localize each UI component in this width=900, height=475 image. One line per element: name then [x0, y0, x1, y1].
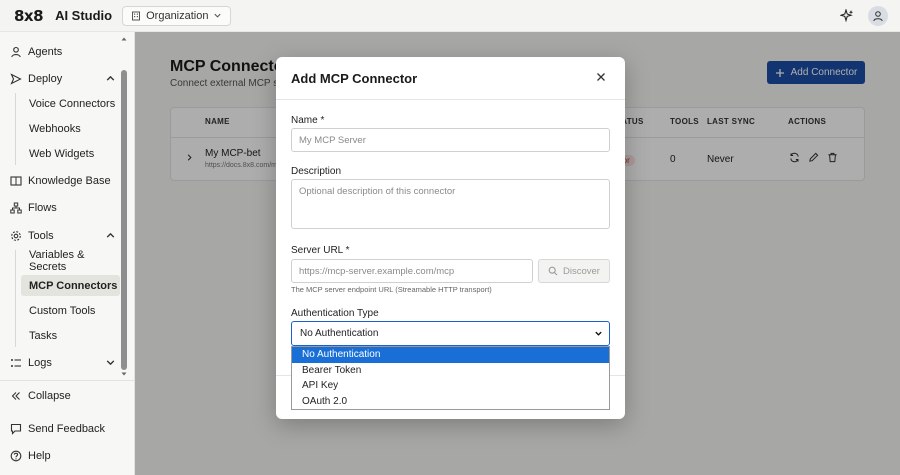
- auth-type-value: No Authentication: [300, 328, 379, 339]
- sidebar-item-mcp-connectors[interactable]: MCP Connectors: [21, 275, 120, 296]
- auth-type-select[interactable]: No Authentication: [291, 321, 610, 346]
- description-input[interactable]: [291, 179, 610, 229]
- chevron-up-icon[interactable]: [105, 230, 116, 241]
- send-feedback-button[interactable]: Send Feedback: [10, 419, 105, 439]
- server-url-label: Server URL *: [291, 245, 350, 256]
- close-icon[interactable]: [595, 71, 607, 83]
- flow-icon: [10, 202, 22, 214]
- option-api-key[interactable]: API Key: [292, 378, 609, 394]
- sidebar-item-voice-connectors[interactable]: Voice Connectors: [21, 93, 120, 114]
- sidebar-item-label: Logs: [28, 357, 52, 369]
- sidebar-item-variables-secrets[interactable]: Variables & Secrets: [21, 249, 120, 273]
- sidebar-item-agents[interactable]: Agents: [10, 42, 62, 62]
- sparkle-icon[interactable]: [840, 9, 854, 23]
- help-icon: [10, 450, 22, 462]
- name-input[interactable]: [291, 128, 610, 152]
- help-label: Help: [28, 450, 51, 462]
- discover-label: Discover: [563, 265, 600, 277]
- help-button[interactable]: Help: [10, 446, 51, 466]
- avatar[interactable]: [868, 6, 888, 26]
- chevron-up-icon[interactable]: [105, 73, 116, 84]
- top-bar: 8x8 AI Studio Organization: [0, 0, 900, 32]
- sidebar-item-tools[interactable]: Tools: [10, 226, 120, 246]
- collapse-button[interactable]: Collapse: [10, 386, 71, 406]
- auth-type-options: No Authentication Bearer Token API Key O…: [291, 346, 610, 410]
- chevron-down-icon[interactable]: [105, 357, 116, 368]
- logs-icon: [11, 359, 21, 367]
- sidebar-item-label: Tools: [28, 230, 54, 242]
- user-icon: [11, 46, 21, 58]
- sidebar-item-label: Deploy: [28, 73, 63, 85]
- dialog-title: Add MCP Connector: [291, 71, 418, 86]
- sidebar-item-web-widgets[interactable]: Web Widgets: [21, 143, 120, 164]
- sidebar-item-label: Knowledge Base: [28, 175, 111, 187]
- submenu-line: [15, 93, 16, 165]
- logo: 8x8: [14, 6, 44, 25]
- send-feedback-label: Send Feedback: [28, 423, 106, 435]
- server-url-input[interactable]: [291, 259, 533, 283]
- feedback-icon: [10, 423, 22, 435]
- organization-label: Organization: [146, 9, 209, 22]
- chevron-down-icon: [595, 331, 602, 336]
- auth-type-label: Authentication Type: [291, 308, 379, 319]
- scroll-down-arrow[interactable]: [121, 371, 127, 377]
- collapse-label: Collapse: [28, 390, 71, 402]
- sidebar-item-tasks[interactable]: Tasks: [21, 325, 120, 346]
- sidebar-item-logs[interactable]: Logs: [10, 353, 120, 373]
- option-bearer-token[interactable]: Bearer Token: [292, 363, 609, 379]
- book-icon: [10, 176, 22, 186]
- option-oauth[interactable]: OAuth 2.0: [292, 394, 609, 410]
- sidebar: Agents Deploy Voice Connectors Webhooks …: [0, 32, 135, 475]
- submenu-line: [15, 250, 16, 347]
- dialog-header-divider: [276, 99, 625, 100]
- search-icon: [548, 266, 558, 276]
- server-url-hint: The MCP server endpoint URL (Streamable …: [291, 285, 492, 294]
- send-icon: [10, 73, 22, 85]
- sidebar-divider: [0, 380, 134, 381]
- chevron-down-icon: [214, 13, 222, 18]
- scroll-up-arrow[interactable]: [121, 36, 127, 42]
- sidebar-item-label: Flows: [28, 202, 57, 214]
- chevrons-left-icon: [11, 392, 20, 400]
- sidebar-item-custom-tools[interactable]: Custom Tools: [21, 300, 120, 321]
- building-icon: [132, 11, 141, 20]
- sidebar-item-deploy[interactable]: Deploy: [10, 69, 120, 89]
- user-icon: [873, 11, 883, 22]
- name-label: Name *: [291, 115, 325, 126]
- sidebar-scrollbar[interactable]: [121, 70, 127, 370]
- sidebar-item-knowledge-base[interactable]: Knowledge Base: [10, 171, 111, 191]
- gear-icon: [11, 231, 21, 241]
- discover-button[interactable]: Discover: [538, 259, 610, 283]
- sidebar-item-flows[interactable]: Flows: [10, 198, 57, 218]
- option-no-authentication[interactable]: No Authentication: [292, 347, 609, 363]
- sidebar-item-label: Agents: [28, 46, 63, 58]
- description-label: Description: [291, 166, 342, 177]
- organization-selector[interactable]: Organization: [122, 5, 232, 26]
- sidebar-item-webhooks[interactable]: Webhooks: [21, 118, 120, 139]
- app-name: AI Studio: [55, 8, 113, 23]
